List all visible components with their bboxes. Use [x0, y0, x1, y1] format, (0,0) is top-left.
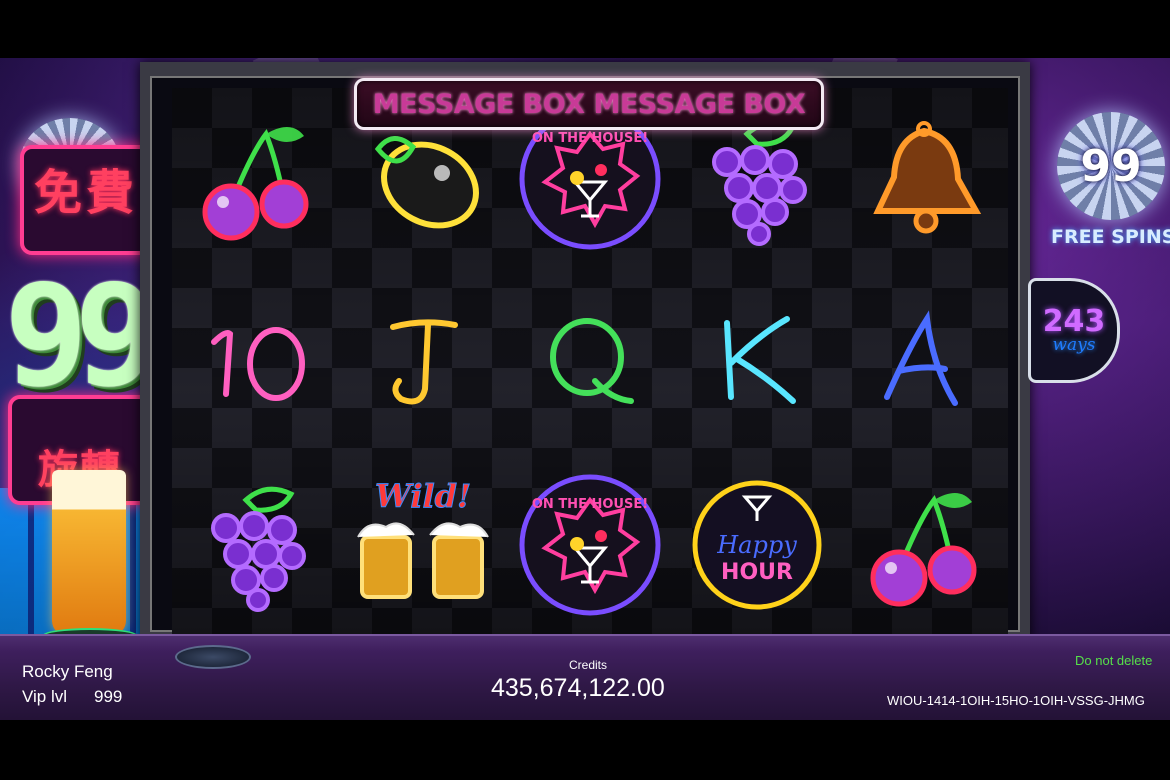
on-the-house-icon: ON THE HOUSE! — [519, 474, 661, 616]
grapes-icon — [210, 486, 306, 612]
vip-value: 999 — [94, 687, 123, 706]
queen-icon — [549, 317, 634, 404]
jack-icon — [389, 319, 458, 405]
free-sign-top: 免費 — [20, 145, 155, 255]
message-box-text: MESSAGE BOX MESSAGE BOX — [372, 88, 806, 120]
message-box: MESSAGE BOX MESSAGE BOX — [354, 78, 824, 130]
spin-button[interactable] — [175, 645, 251, 669]
player-name: Rocky Feng — [22, 662, 113, 681]
symbol-bell — [841, 88, 1008, 271]
symbol-ten — [172, 271, 339, 454]
credits-label: Credits — [569, 658, 608, 672]
ten-icon — [210, 326, 305, 401]
ways-count: 243 — [1042, 304, 1106, 339]
credits-value: 435,674,122.00 — [491, 674, 665, 702]
on-the-house-text: ON THE HOUSE! — [532, 131, 648, 146]
symbol-wild: Wild! — [339, 453, 506, 636]
free-spins-label: FREE SPINS — [1051, 226, 1170, 248]
free-spins-ball: 99 — [1057, 112, 1165, 220]
free-spins-big-number: 99 — [4, 255, 159, 418]
vip-label: Vip lvl — [22, 687, 68, 706]
symbol-king — [674, 271, 841, 454]
lemon-icon — [374, 136, 479, 229]
cherries-icon — [870, 492, 977, 607]
letterbox-top — [0, 0, 1170, 58]
free-spins-count: 99 — [1080, 140, 1142, 192]
hour-text: HOUR — [721, 560, 793, 585]
session-id: WIOU-1414-1OIH-15HO-1OIH-VSSG-JHMG — [887, 693, 1145, 708]
symbol-ace — [841, 271, 1008, 454]
on-the-house-text: ON THE HOUSE! — [532, 497, 648, 512]
happy-hour-icon: Happy HOUR — [692, 480, 822, 610]
grapes-icon — [712, 121, 808, 247]
symbol-on-the-house: ON THE HOUSE! — [506, 453, 673, 636]
symbol-cherries — [172, 88, 339, 271]
symbol-happy-hour: Happy HOUR — [674, 453, 841, 636]
happy-text: Happy — [716, 531, 797, 559]
beer-glass-icon — [52, 470, 126, 635]
symbol-queen — [506, 271, 673, 454]
symbol-cherries — [841, 453, 1008, 636]
king-icon — [724, 315, 797, 404]
ace-icon — [884, 310, 959, 406]
free-sign-top-text: 免費 — [34, 165, 139, 221]
symbol-jack — [339, 271, 506, 454]
ways-badge: 243 ways — [1028, 278, 1120, 383]
wild-beer-icon: Wild! — [356, 476, 489, 599]
reel-grid: ON THE HOUSE! Wild! ON THE HOUSE! Happy … — [172, 88, 1008, 636]
symbol-grapes — [172, 453, 339, 636]
do-not-delete-notice: Do not delete — [1075, 653, 1153, 668]
wild-text: Wild! — [375, 477, 471, 515]
ways-label: ways — [1052, 335, 1096, 355]
cherries-icon — [202, 127, 309, 241]
bell-icon — [873, 121, 982, 234]
letterbox-bottom — [0, 720, 1170, 780]
